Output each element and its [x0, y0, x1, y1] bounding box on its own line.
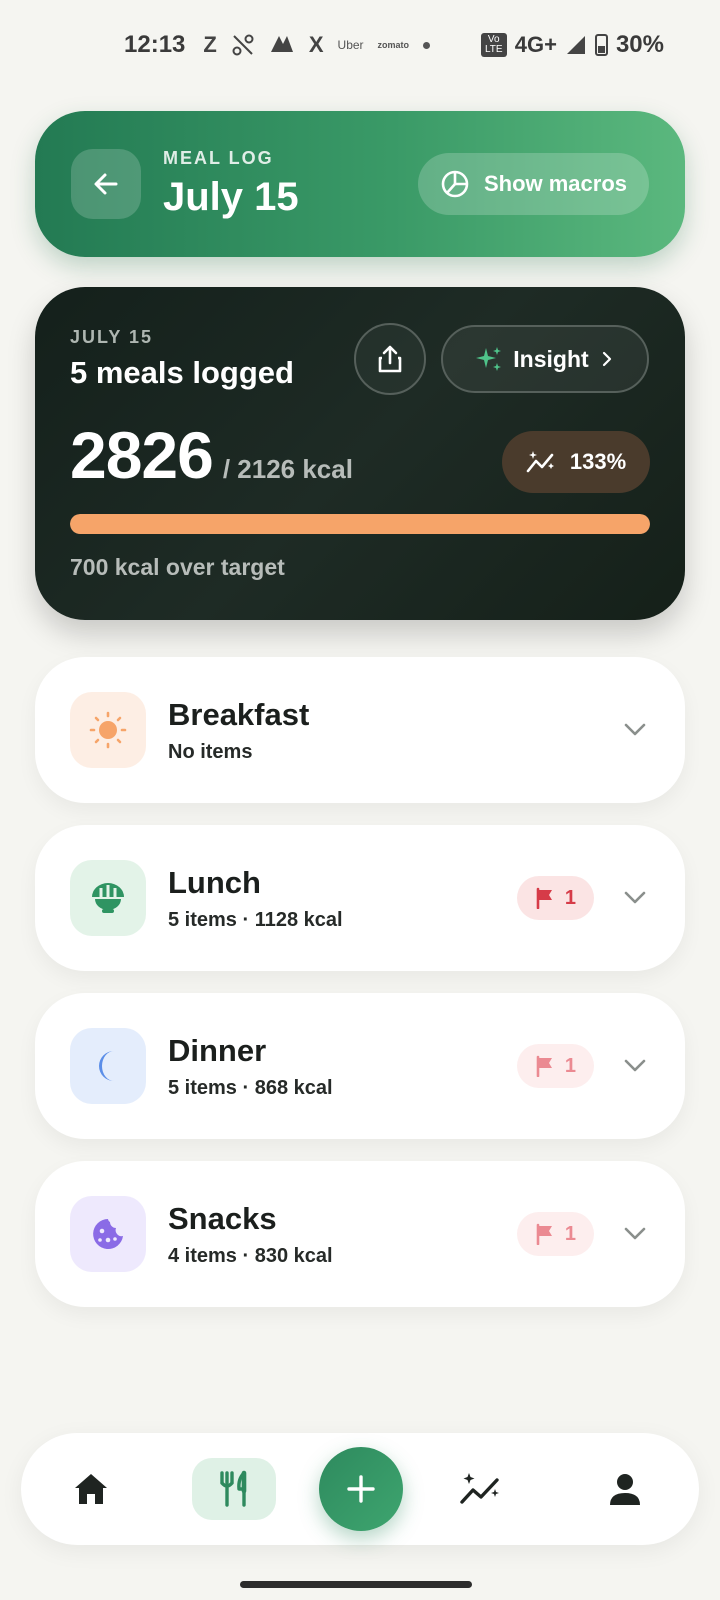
flag-badge[interactable]: 1	[516, 1212, 594, 1256]
back-button[interactable]	[71, 149, 141, 219]
share-button[interactable]	[354, 323, 426, 395]
meal-summary: 5 items · 868 kcal	[168, 1076, 333, 1099]
nav-trends[interactable]	[451, 1433, 511, 1545]
meal-summary: No items	[168, 740, 253, 763]
nav-profile[interactable]	[595, 1433, 655, 1545]
show-macros-label: Show macros	[483, 171, 627, 196]
chevron-right-icon	[602, 351, 611, 367]
app-logo-icon	[270, 36, 293, 52]
header-kicker: MEAL LOG	[163, 148, 274, 168]
plus-icon	[347, 1475, 375, 1503]
kcal-row: 2826 / 2126 kcal	[70, 417, 353, 493]
status-system: Vo LTE 4G+ 30%	[480, 31, 664, 59]
cookie-icon	[93, 1219, 123, 1249]
flag-badge[interactable]: 1	[516, 1044, 594, 1088]
chevron-down-icon[interactable]	[620, 1051, 650, 1081]
percent-badge: 133%	[502, 431, 650, 493]
chevron-down-icon[interactable]	[620, 883, 650, 913]
chevron-down-icon[interactable]	[620, 715, 650, 745]
arrow-left-icon	[94, 173, 118, 195]
x-app-icon: X	[308, 32, 324, 57]
signal-icon	[566, 36, 585, 54]
zomato-icon: zomato	[377, 40, 410, 50]
meal-card-snacks[interactable]: Snacks 4 items · 830 kcal 1	[35, 1161, 685, 1307]
zepto-icon: Z	[203, 32, 217, 57]
status-app-icons: Z X Uber zomato	[203, 32, 431, 58]
chevron-down-icon[interactable]	[620, 1219, 650, 1249]
flag-count: 1	[564, 1054, 576, 1077]
meal-card-breakfast[interactable]: Breakfast No items	[35, 657, 685, 803]
pie-chart-icon	[441, 170, 469, 198]
scissors-icon	[232, 34, 254, 56]
over-target-text: 700 kcal over target	[70, 554, 285, 580]
meal-actions: 1	[516, 1044, 650, 1088]
network-type: 4G+	[514, 32, 557, 57]
meal-text: Lunch 5 items · 1128 kcal	[168, 865, 343, 932]
trends-icon	[460, 1473, 499, 1504]
nav-home[interactable]	[61, 1433, 121, 1545]
meal-icon-tile	[70, 860, 146, 936]
battery-percent: 30%	[615, 31, 664, 58]
meal-icon-tile	[70, 1028, 146, 1104]
page-title: July 15	[163, 175, 299, 219]
profile-icon	[610, 1474, 640, 1505]
summary-date: JULY 15	[70, 327, 154, 347]
insight-label: Insight	[513, 345, 589, 372]
sun-icon	[89, 711, 127, 749]
meal-summary: 4 items · 830 kcal	[168, 1244, 333, 1267]
meal-icon-tile	[70, 692, 146, 768]
meal-card-lunch[interactable]: Lunch 5 items · 1128 kcal 1	[35, 825, 685, 971]
moon-icon	[99, 1051, 114, 1081]
home-icon	[75, 1474, 107, 1504]
fork-knife-icon	[220, 1470, 247, 1507]
meal-name: Snacks	[168, 1200, 277, 1236]
show-macros-button[interactable]: Show macros	[417, 153, 649, 215]
flag-count: 1	[564, 886, 576, 909]
flag-icon	[536, 1223, 552, 1245]
trend-sparkle-icon	[526, 451, 554, 473]
meal-actions: 1	[516, 876, 650, 920]
nav-meals[interactable]	[191, 1433, 277, 1545]
bowl-icon	[92, 883, 124, 913]
meal-card-dinner[interactable]: Dinner 5 items · 868 kcal 1	[35, 993, 685, 1139]
flag-icon	[536, 887, 552, 909]
meal-actions: 1	[516, 1212, 650, 1256]
meals-logged-count: 5 meals logged	[70, 355, 294, 390]
calorie-progress-bar	[70, 514, 650, 534]
meal-summary: 5 items · 1128 kcal	[168, 908, 343, 931]
bottom-navigation	[21, 1433, 699, 1545]
flag-icon	[536, 1055, 552, 1077]
percent-label: 133%	[569, 449, 627, 474]
meal-name: Dinner	[168, 1032, 267, 1068]
calorie-progress-fill	[70, 514, 650, 534]
share-icon	[378, 345, 402, 373]
insight-button[interactable]: Insight	[441, 325, 649, 393]
meal-text: Snacks 4 items · 830 kcal	[168, 1201, 333, 1268]
meal-text: Dinner 5 items · 868 kcal	[168, 1033, 333, 1100]
meal-actions	[620, 715, 650, 745]
sparkle-icon	[476, 347, 502, 371]
kcal-consumed: 2826	[70, 418, 214, 492]
daily-summary-card: JULY 15 5 meals logged Insight 2826 / 21…	[35, 287, 685, 620]
nav-active-pill	[192, 1458, 276, 1520]
battery-icon	[594, 34, 608, 56]
meal-name: Breakfast	[168, 696, 310, 732]
volte-icon: Vo LTE	[480, 33, 507, 57]
meal-name: Lunch	[168, 864, 261, 900]
kcal-target: / 2126 kcal	[222, 454, 353, 484]
uber-icon: Uber	[337, 38, 364, 52]
flag-count: 1	[564, 1222, 576, 1245]
meal-icon-tile	[70, 1196, 146, 1272]
meal-log-header: MEAL LOG July 15 Show macros	[35, 111, 685, 257]
flag-badge[interactable]: 1	[516, 876, 594, 920]
meal-text: Breakfast No items	[168, 697, 309, 764]
status-bar: 12:13 Z X Uber zomato Vo LTE 4G+ 30%	[0, 0, 720, 90]
header-titles: MEAL LOG July 15	[163, 148, 299, 220]
more-notifications-dot	[423, 41, 431, 49]
status-time: 12:13	[124, 31, 186, 58]
home-indicator[interactable]	[240, 1581, 472, 1588]
add-meal-button[interactable]	[319, 1447, 403, 1531]
